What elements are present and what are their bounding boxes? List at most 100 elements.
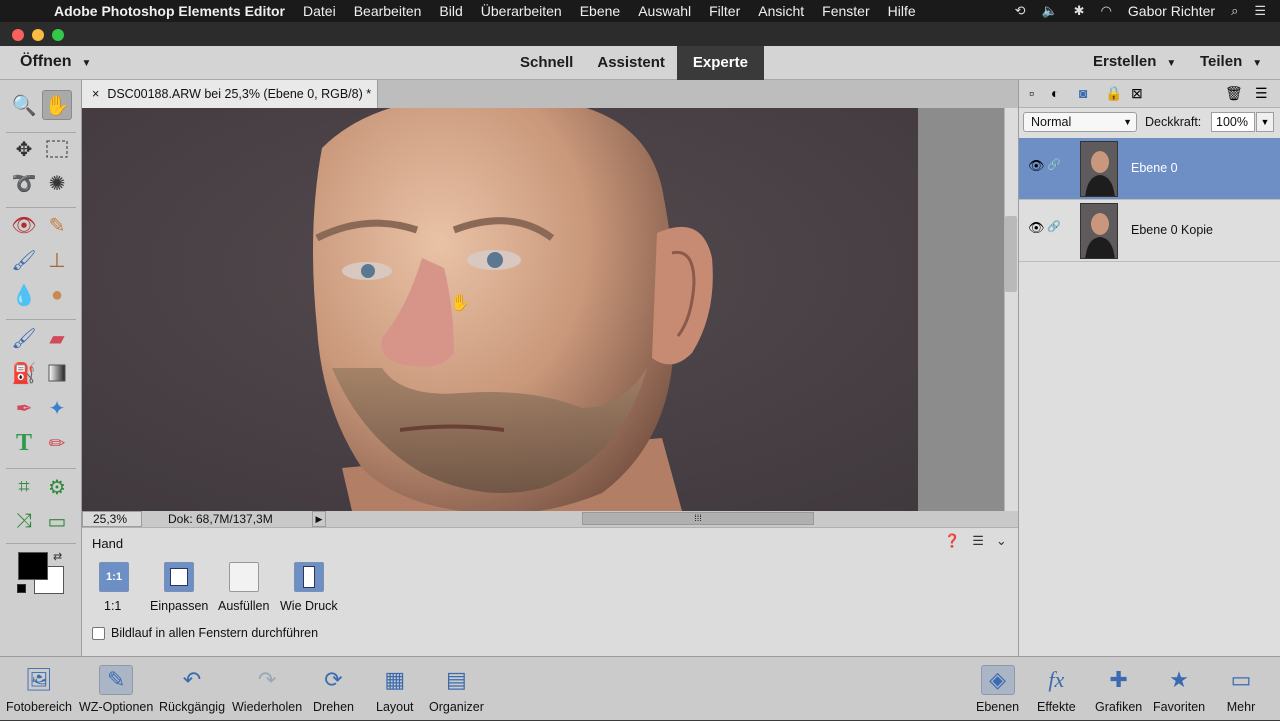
collapse-chevron-icon[interactable]: ⌄ [996, 533, 1007, 549]
volume-icon[interactable]: 🔈 [1041, 3, 1057, 19]
tool-options-button[interactable]: ✎ WZ-Optionen [79, 657, 153, 721]
menu-ansicht[interactable]: Ansicht [758, 3, 804, 19]
crop-tool-icon[interactable]: ⌗ [9, 472, 39, 502]
layout-button[interactable]: ▦ Layout [376, 657, 414, 721]
lock-all-icon[interactable]: 🔒 [1105, 85, 1122, 102]
spot-healing-tool-icon[interactable]: ✎ [42, 210, 72, 240]
pencil-tool-icon[interactable]: ✏ [42, 428, 72, 458]
photo-bin-button[interactable]: 🖼 Fotobereich [6, 657, 72, 721]
spotlight-search-icon[interactable]: ⌕ [1231, 3, 1238, 19]
effects-button[interactable]: fx Effekte [1037, 657, 1076, 721]
close-tab-icon[interactable]: × [92, 87, 99, 101]
paint-bucket-tool-icon[interactable]: ⛽ [9, 358, 39, 388]
tab-experte[interactable]: Experte [676, 46, 764, 80]
gradient-tool-icon[interactable] [42, 358, 72, 388]
undo-button[interactable]: ↶ Rückgängig [159, 657, 225, 721]
smart-brush-tool-icon[interactable]: 🖌 [9, 245, 39, 275]
image-canvas[interactable]: ✋ [82, 108, 918, 511]
zoom-field[interactable]: 25,3% [82, 511, 142, 527]
marquee-tool-icon[interactable] [42, 134, 72, 164]
brush-tool-icon[interactable]: 🖌 [9, 323, 39, 353]
menu-bearbeiten[interactable]: Bearbeiten [354, 3, 422, 19]
vertical-scrollbar-thumb[interactable] [1005, 216, 1017, 292]
status-menu-arrow-icon[interactable]: ▶ [312, 511, 326, 527]
app-name[interactable]: Adobe Photoshop Elements Editor [54, 3, 285, 19]
help-icon[interactable]: ❓ [944, 533, 960, 549]
content-aware-move-tool-icon[interactable]: ⤨ [9, 506, 39, 536]
fill-screen-button[interactable] [229, 562, 259, 592]
visibility-eye-icon[interactable]: 👁 [1028, 158, 1045, 174]
print-size-button[interactable] [294, 562, 324, 592]
organizer-button[interactable]: ▤ Organizer [429, 657, 484, 721]
move-tool-icon[interactable]: ✥ [9, 134, 39, 164]
create-button[interactable]: Erstellen ▼ [1093, 53, 1176, 70]
custom-shape-tool-icon[interactable]: ✦ [42, 393, 72, 423]
window-close-button[interactable] [12, 29, 24, 41]
menu-bild[interactable]: Bild [439, 3, 462, 19]
tab-assistent[interactable]: Assistent [585, 46, 677, 80]
clone-stamp-tool-icon[interactable]: ⊥ [42, 245, 72, 275]
menu-auswahl[interactable]: Auswahl [638, 3, 691, 19]
lock-transparency-icon[interactable]: ⊠ [1131, 85, 1143, 102]
layer-row[interactable]: 👁 🔗 Ebene 0 Kopie [1019, 200, 1280, 262]
link-icon[interactable]: 🔗 [1047, 158, 1061, 171]
layer-row[interactable]: 👁 🔗 Ebene 0 [1019, 138, 1280, 200]
eyedropper-tool-icon[interactable]: ✒ [9, 393, 39, 423]
scroll-all-windows-checkbox[interactable] [92, 626, 105, 640]
hand-tool-icon[interactable]: ✋ [42, 90, 72, 120]
sponge-tool-icon[interactable]: ● [42, 280, 72, 310]
favorites-button[interactable]: ★ Favoriten [1153, 657, 1205, 721]
document-tab[interactable]: × DSC00188.ARW bei 25,3% (Ebene 0, RGB/8)… [82, 80, 378, 108]
lasso-tool-icon[interactable]: ➰ [9, 168, 39, 198]
eraser-tool-icon[interactable]: ▰ [42, 323, 72, 353]
open-button[interactable]: Öffnen ▼ [20, 53, 91, 71]
zoom-tool-icon[interactable]: 🔍 [9, 90, 39, 120]
recompose-tool-icon[interactable]: ⚙ [42, 472, 72, 502]
blend-mode-select[interactable]: Normal ▼ [1023, 112, 1137, 132]
layers-button[interactable]: ◈ Ebenen [976, 657, 1019, 721]
user-name[interactable]: Gabor Richter [1128, 3, 1215, 19]
blur-tool-icon[interactable]: 💧 [9, 280, 39, 310]
scroll-all-windows-option[interactable]: Bildlauf in allen Fenstern durchführen [92, 626, 318, 640]
time-machine-icon[interactable]: ⟲ [1015, 3, 1026, 19]
tab-schnell[interactable]: Schnell [508, 46, 585, 80]
notification-list-icon[interactable]: ☰ [1254, 3, 1266, 19]
menu-ebene[interactable]: Ebene [580, 3, 620, 19]
share-button[interactable]: Teilen ▼ [1200, 53, 1262, 70]
straighten-tool-icon[interactable]: ▭ [42, 506, 72, 536]
opacity-dropdown-icon[interactable]: ▼ [1256, 112, 1274, 132]
delete-layer-icon[interactable]: 🗑 [1225, 85, 1243, 102]
red-eye-tool-icon[interactable]: 👁 [9, 210, 39, 240]
layer-thumbnail [1080, 141, 1118, 197]
visibility-eye-icon[interactable]: 👁 [1028, 220, 1045, 236]
window-minimize-button[interactable] [32, 29, 44, 41]
magic-wand-tool-icon[interactable]: ✺ [42, 168, 72, 198]
link-icon[interactable]: 🔗 [1047, 220, 1061, 233]
text-tool-icon[interactable]: T [9, 428, 39, 458]
menu-filter[interactable]: Filter [709, 3, 740, 19]
horizontal-scrollbar-thumb[interactable]: ⁞⁞⁞ [582, 512, 814, 525]
bluetooth-icon[interactable]: ✱ [1074, 3, 1085, 19]
menu-ueberarbeiten[interactable]: Überarbeiten [481, 3, 562, 19]
vertical-scrollbar[interactable] [1004, 108, 1018, 511]
menu-fenster[interactable]: Fenster [822, 3, 869, 19]
options-menu-icon[interactable]: ☰ [972, 533, 984, 549]
graphics-button[interactable]: ✚ Grafiken [1095, 657, 1142, 721]
menu-hilfe[interactable]: Hilfe [888, 3, 916, 19]
panel-menu-icon[interactable]: ☰ [1255, 85, 1268, 102]
redo-button[interactable]: ↷ Wiederholen [232, 657, 302, 721]
wifi-icon[interactable]: ◠ [1101, 3, 1112, 19]
actual-pixels-button[interactable]: 1:1 [99, 562, 129, 592]
foreground-color-swatch-front [18, 552, 48, 580]
opacity-input[interactable]: 100% [1211, 112, 1255, 132]
more-button[interactable]: ▭ Mehr [1224, 657, 1258, 721]
rotate-button[interactable]: ⟳ Drehen [313, 657, 354, 721]
swap-colors-icon[interactable]: ⇄ [53, 550, 62, 563]
window-zoom-button[interactable] [52, 29, 64, 41]
menu-datei[interactable]: Datei [303, 3, 336, 19]
fit-screen-button[interactable] [164, 562, 194, 592]
new-layer-icon[interactable]: ▫ [1029, 85, 1034, 101]
layer-mask-icon[interactable]: ◙ [1079, 85, 1087, 101]
adjustment-layer-icon[interactable]: ◐ [1051, 85, 1059, 101]
default-colors-icon[interactable] [17, 584, 26, 593]
